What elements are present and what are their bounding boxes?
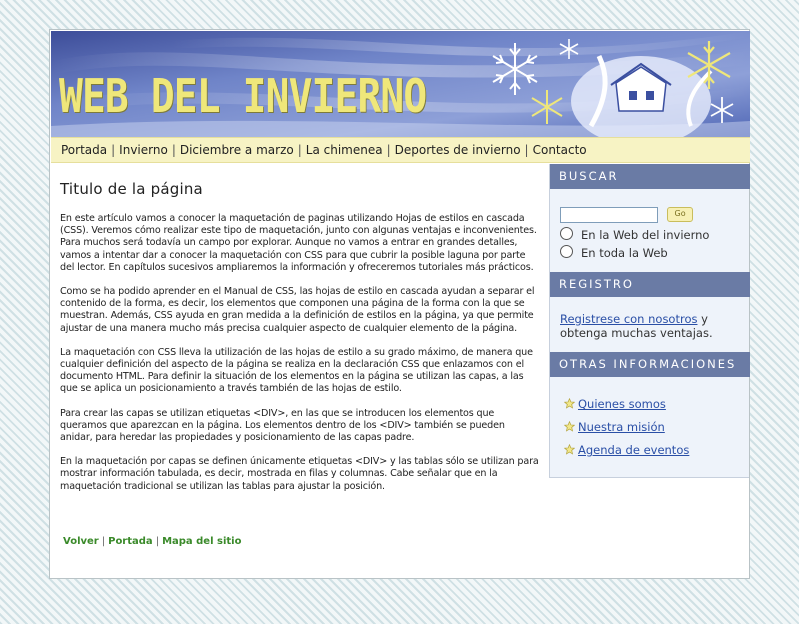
search-option-toda-la-web[interactable]: En toda la Web bbox=[560, 245, 668, 260]
info-link-quienes-somos[interactable]: Quienes somos bbox=[578, 397, 666, 411]
star-icon bbox=[564, 444, 575, 455]
article-paragraph: La maquetación con CSS lleva la utilizac… bbox=[60, 346, 533, 395]
registro-heading: REGISTRO bbox=[550, 272, 750, 297]
info-item-agenda-de-eventos: Agenda de eventos bbox=[564, 443, 689, 457]
nav-separator: | bbox=[297, 143, 302, 157]
nav-separator: | bbox=[171, 143, 176, 157]
otras-informaciones-heading: OTRAS INFORMACIONES bbox=[550, 352, 750, 377]
nav-link-invierno[interactable]: Invierno bbox=[119, 143, 168, 157]
article-paragraph: En este artículo vamos a conocer la maqu… bbox=[60, 213, 537, 273]
main-navigation: Portada | Invierno | Diciembre a marzo | La ch… bbox=[51, 137, 750, 163]
info-link-nuestra-mision[interactable]: Nuestra misión bbox=[578, 420, 665, 434]
search-option-web-del-invierno[interactable]: En la Web del invierno bbox=[560, 227, 709, 242]
info-item-nuestra-mision: Nuestra misión bbox=[564, 420, 665, 434]
article-paragraph: En la maquetación por capas se definen ú… bbox=[60, 456, 539, 492]
footer-separator: | bbox=[155, 536, 160, 547]
nav-separator: | bbox=[386, 143, 391, 157]
page-frame: WEB DEL INVIERNO Portada | Invierno | Di… bbox=[49, 29, 750, 579]
footer-link-mapa-del-sitio[interactable]: Mapa del sitio bbox=[162, 536, 241, 547]
nav-link-diciembre-a-marzo[interactable]: Diciembre a marzo bbox=[180, 143, 294, 157]
star-icon bbox=[564, 421, 575, 432]
search-heading: BUSCAR bbox=[550, 164, 750, 189]
registro-link[interactable]: Registrese con nosotros bbox=[560, 312, 697, 326]
snowflake-icon bbox=[559, 39, 579, 59]
registro-text: Registrese con nosotros y obtenga muchas… bbox=[560, 312, 745, 340]
radio-icon[interactable] bbox=[560, 245, 573, 258]
nav-link-contacto[interactable]: Contacto bbox=[533, 143, 587, 157]
snowflake-icon bbox=[687, 41, 731, 89]
search-input[interactable] bbox=[560, 206, 658, 223]
page-title: Titulo de la página bbox=[60, 180, 203, 198]
footer-links: Volver | Portada | Mapa del sitio bbox=[63, 536, 241, 547]
search-option-label: En toda la Web bbox=[581, 246, 668, 260]
search-option-label: En la Web del invierno bbox=[581, 228, 710, 242]
main-content: Titulo de la página En este artículo vam… bbox=[60, 180, 540, 505]
article-paragraph: Como se ha podido aprender en el Manual … bbox=[60, 286, 535, 334]
snowflake-icon bbox=[531, 90, 563, 124]
nav-separator: | bbox=[111, 143, 116, 157]
footer-link-portada[interactable]: Portada bbox=[108, 536, 153, 547]
footer-link-volver[interactable]: Volver bbox=[63, 536, 99, 547]
header-banner: WEB DEL INVIERNO bbox=[51, 31, 750, 137]
nav-link-deportes-de-invierno[interactable]: Deportes de invierno bbox=[395, 143, 521, 157]
nav-separator: | bbox=[524, 143, 529, 157]
radio-icon[interactable] bbox=[560, 227, 573, 240]
nav-link-portada[interactable]: Portada bbox=[61, 143, 107, 157]
star-icon bbox=[564, 398, 575, 409]
snowflake-icon bbox=[710, 97, 734, 123]
info-link-agenda-de-eventos[interactable]: Agenda de eventos bbox=[578, 443, 689, 457]
article-paragraph: Para crear las capas se utilizan etiquet… bbox=[60, 407, 505, 444]
site-logo: WEB DEL INVIERNO bbox=[59, 69, 427, 123]
info-item-quienes-somos: Quienes somos bbox=[564, 397, 666, 411]
nav-link-la-chimenea[interactable]: La chimenea bbox=[306, 143, 383, 157]
footer-separator: | bbox=[101, 536, 106, 547]
go-button[interactable]: Go bbox=[667, 207, 694, 222]
sidebar: BUSCAR Go En la Web del invierno En toda… bbox=[549, 164, 750, 478]
search-form: Go bbox=[560, 204, 694, 223]
